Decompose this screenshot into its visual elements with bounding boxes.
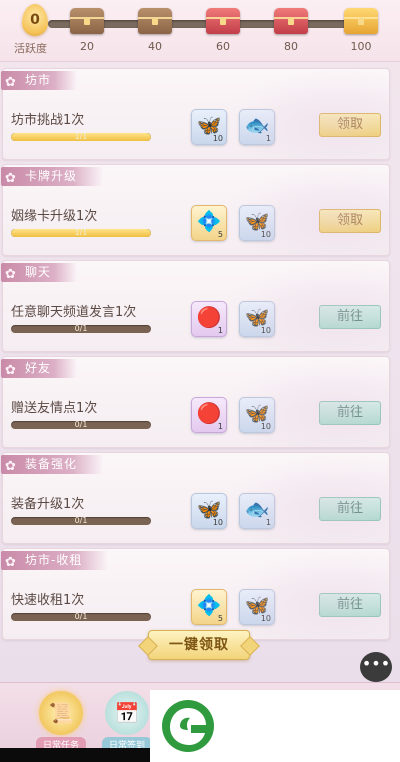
task-card: ✿ 装备强化装备升级1次 0/1 🦋 10 🐟 1 前往	[1, 452, 390, 544]
task-category-label: 坊市-收租	[25, 553, 83, 567]
task-category-label: 好友	[25, 361, 52, 375]
goto-button[interactable]: 前往	[319, 497, 381, 521]
flower-icon: ✿	[5, 267, 17, 282]
tab-daily-signin[interactable]: 📅 日常签到	[102, 691, 152, 752]
task-title: 姻缘卡升级1次	[11, 209, 98, 224]
reward-chest-icon[interactable]	[206, 8, 240, 34]
reward-quantity: 10	[212, 134, 223, 143]
task-progress-bar: 0/1	[11, 517, 151, 525]
goto-button[interactable]: 前往	[319, 305, 381, 329]
reward-quantity: 1	[265, 518, 271, 527]
task-card: ✿ 坊市-收租快速收租1次 0/1 💠 5 🦋 10 前往	[1, 548, 390, 640]
task-card: ✿ 卡牌升级姻缘卡升级1次 1/1 💠 5 🦋 10 领取	[1, 164, 390, 256]
task-title: 快速收租1次	[11, 593, 85, 608]
task-progress-bar: 1/1	[11, 229, 151, 237]
milestone-label: 100	[350, 40, 372, 53]
reward-quantity: 5	[217, 230, 223, 239]
task-title: 坊市挑战1次	[11, 113, 85, 128]
reward-item[interactable]: 💠 5	[191, 205, 227, 241]
milestone-label: 60	[216, 40, 230, 53]
milestone-label: 80	[284, 40, 298, 53]
task-progress-text: 0/1	[74, 517, 88, 525]
task-progress-bar: 0/1	[11, 613, 151, 621]
task-progress-bar: 1/1	[11, 133, 151, 141]
scroll-icon: 📜	[39, 691, 83, 735]
reward-item[interactable]: 🦋 10	[239, 397, 275, 433]
reward-chest-icon[interactable]	[138, 8, 172, 34]
task-card: ✿ 聊天任意聊天频道发言1次 0/1 🔴 1 🦋 10 前往	[1, 260, 390, 352]
leaf-logo-icon	[162, 700, 214, 752]
task-category-label: 坊市	[25, 73, 52, 87]
reward-quantity: 1	[217, 326, 223, 335]
reward-item[interactable]: 💠 5	[191, 589, 227, 625]
task-progress-text: 1/1	[74, 229, 88, 237]
task-card: ✿ 坊市坊市挑战1次 1/1 🦋 10 🐟 1 领取	[1, 68, 390, 160]
task-card: ✿ 好友赠送友情点1次 0/1 🔴 1 🦋 10 前往	[1, 356, 390, 448]
task-progress-text: 0/1	[74, 325, 88, 333]
task-category-tag: ✿ 坊市-收租	[1, 551, 109, 570]
reward-chest-icon[interactable]	[70, 8, 104, 34]
reward-item[interactable]: 🐟 1	[239, 109, 275, 145]
task-progress-bar: 0/1	[11, 421, 151, 429]
reward-item[interactable]: 🦋 10	[191, 493, 227, 529]
claim-all-button[interactable]: 一键领取	[148, 630, 250, 660]
flower-icon: ✿	[5, 75, 17, 90]
reward-chest-icon[interactable]	[274, 8, 308, 34]
reward-quantity: 10	[260, 614, 271, 623]
flower-icon: ✿	[5, 555, 17, 570]
reward-item[interactable]: 🦋 10	[239, 589, 275, 625]
claim-button[interactable]: 领取	[319, 113, 381, 137]
milestone-label: 40	[148, 40, 162, 53]
claim-button[interactable]: 领取	[319, 209, 381, 233]
flower-icon: ✿	[5, 363, 17, 378]
flower-icon: ✿	[5, 171, 17, 186]
task-list[interactable]: ✿ 坊市坊市挑战1次 1/1 🦋 10 🐟 1 领取 ✿ 卡牌升级姻缘卡升级1次 1/1 💠 5 🦋 10 领…	[0, 64, 400, 684]
reward-chest-icon[interactable]	[344, 8, 378, 34]
reward-item[interactable]: 🔴 1	[191, 397, 227, 433]
task-progress-bar: 0/1	[11, 325, 151, 333]
task-title: 装备升级1次	[11, 497, 85, 512]
reward-quantity: 1	[265, 134, 271, 143]
task-progress-text: 1/1	[74, 133, 88, 141]
task-category-label: 装备强化	[25, 457, 78, 471]
task-category-tag: ✿ 好友	[1, 359, 78, 378]
calendar-icon: 📅	[105, 691, 149, 735]
reward-item[interactable]: 🦋 10	[191, 109, 227, 145]
task-category-tag: ✿ 卡牌升级	[1, 167, 104, 186]
activity-value: 0	[22, 4, 48, 36]
goto-button[interactable]: 前往	[319, 593, 381, 617]
reward-item[interactable]: 🦋 10	[239, 205, 275, 241]
task-category-tag: ✿ 坊市	[1, 71, 78, 90]
task-progress-text: 0/1	[74, 421, 88, 429]
task-title: 任意聊天频道发言1次	[11, 305, 137, 320]
reward-quantity: 5	[217, 614, 223, 623]
task-category-label: 聊天	[25, 265, 52, 279]
milestone-label: 20	[80, 40, 94, 53]
reward-quantity: 10	[260, 422, 271, 431]
task-title: 赠送友情点1次	[11, 401, 98, 416]
reward-quantity: 10	[212, 518, 223, 527]
task-category-tag: ✿ 装备强化	[1, 455, 104, 474]
reward-item[interactable]: 🦋 10	[239, 301, 275, 337]
task-category-label: 卡牌升级	[25, 169, 78, 183]
goto-button[interactable]: 前往	[319, 401, 381, 425]
reward-quantity: 10	[260, 230, 271, 239]
task-progress-text: 0/1	[74, 613, 88, 621]
flower-icon: ✿	[5, 459, 17, 474]
reward-quantity: 10	[260, 326, 271, 335]
chat-bubble-icon[interactable]: •••	[360, 652, 392, 682]
logo-overlay	[150, 690, 400, 762]
activity-label: 活跃度	[14, 42, 47, 55]
reward-item[interactable]: 🐟 1	[239, 493, 275, 529]
reward-item[interactable]: 🔴 1	[191, 301, 227, 337]
bottom-black-strip	[0, 748, 150, 762]
reward-quantity: 1	[217, 422, 223, 431]
tab-daily-tasks[interactable]: 📜 日常任务	[36, 691, 86, 752]
task-category-tag: ✿ 聊天	[1, 263, 78, 282]
activity-bar: 0 活跃度 20 40 60 80 100	[0, 0, 400, 62]
